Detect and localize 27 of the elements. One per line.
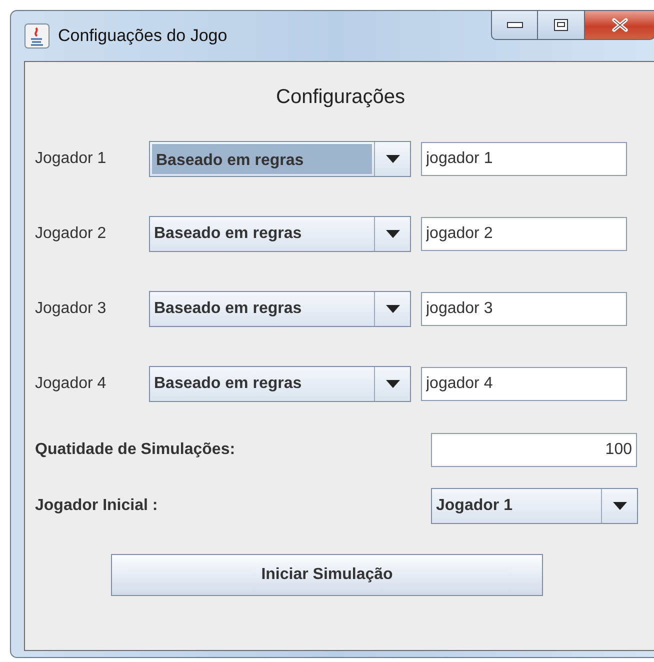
close-button[interactable] — [585, 10, 654, 40]
player-label: Jogador 1 — [35, 148, 108, 168]
initial-player-label: Jogador Inicial : — [35, 496, 159, 516]
initial-player-dropdown[interactable]: Jogador 1 — [431, 488, 638, 524]
player-label: Jogador 2 — [35, 224, 108, 244]
player-label: Jogador 3 — [35, 298, 108, 318]
window-title: Configuações do Jogo — [58, 25, 228, 48]
close-icon — [610, 18, 628, 32]
minimize-icon — [506, 22, 522, 28]
start-simulation-button[interactable]: Iniciar Simulação — [111, 554, 543, 596]
simulations-field[interactable]: 100 — [431, 433, 637, 467]
maximize-icon — [554, 19, 568, 31]
minimize-button[interactable] — [491, 10, 538, 40]
dropdown-arrow-icon — [386, 380, 400, 388]
strategy-dropdown[interactable]: Baseado em regras — [149, 366, 411, 402]
strategy-dropdown[interactable]: Baseado em regras — [149, 216, 411, 252]
dropdown-arrow-icon — [612, 502, 626, 510]
simulations-label: Quatidade de Simulações: — [35, 440, 236, 460]
player-label: Jogador 4 — [35, 374, 108, 394]
dropdown-arrow-icon — [386, 154, 400, 162]
heading: Configurações — [276, 86, 405, 108]
app-icon — [24, 23, 50, 49]
dropdown-arrow-icon — [386, 230, 400, 238]
strategy-dropdown[interactable]: Baseado em regras — [149, 140, 411, 176]
maximize-button[interactable] — [538, 10, 585, 40]
strategy-dropdown[interactable]: Baseado em regras — [149, 290, 411, 326]
dropdown-arrow-icon — [386, 304, 400, 312]
